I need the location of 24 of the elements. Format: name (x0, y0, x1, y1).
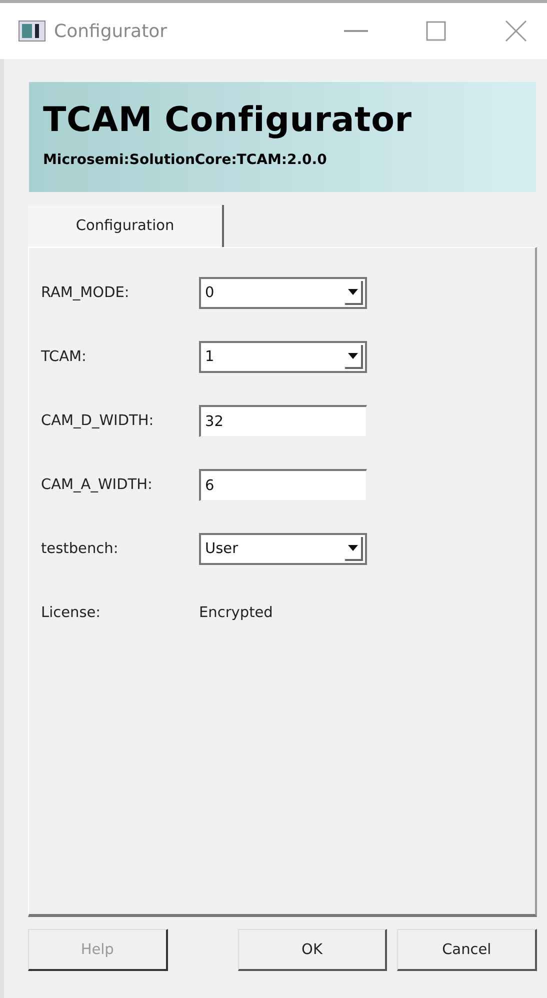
field-label: testbench: (41, 541, 120, 557)
dropdown[interactable]: 0 (199, 277, 367, 309)
dropdown-arrow-icon (348, 353, 358, 359)
dialog-button[interactable]: OK (238, 929, 388, 971)
close-icon[interactable] (505, 20, 527, 42)
field-label: RAM_MODE: (41, 285, 130, 301)
window-title: Configurator (54, 20, 168, 42)
field-label: CAM_D_WIDTH: (41, 413, 155, 429)
app-icon (18, 20, 46, 42)
dialog-button[interactable]: Cancel (397, 929, 537, 971)
license-value: Encrypted (199, 605, 273, 621)
dropdown-arrow-icon (348, 545, 358, 551)
header-title: TCAM Configurator (43, 100, 413, 140)
dropdown-arrow-icon (348, 289, 358, 295)
maximize-icon[interactable] (426, 21, 446, 41)
input-field[interactable]: 32 (199, 405, 367, 437)
tab[interactable]: Configuration (28, 205, 224, 247)
header-subtitle: Microsemi:SolutionCore:TCAM:2.0.0 (43, 152, 328, 168)
dropdown[interactable]: 1 (199, 341, 367, 373)
input-field[interactable]: 6 (199, 469, 367, 501)
field-label: License: (41, 605, 102, 621)
field-label: CAM_A_WIDTH: (41, 477, 154, 493)
field-label: TCAM: (41, 349, 88, 365)
dropdown[interactable]: User (199, 533, 367, 565)
